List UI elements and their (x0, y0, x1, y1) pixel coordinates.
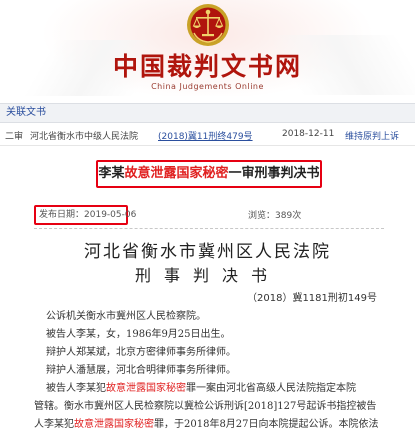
document-type: 刑事判决书 (134, 266, 280, 285)
charge-highlight: 故意泄露国家秘密 (74, 419, 154, 430)
document-title-highlight-box: 李某故意泄露国家秘密一审刑事判决书 (96, 160, 322, 188)
body-text: 罪一案由河北省高级人民法院指定本院 (186, 383, 356, 394)
related-result: 维持原判上诉 (345, 132, 400, 142)
site-title[interactable]: 中国裁判文书网 (0, 52, 415, 82)
related-trial-level: 二审 (5, 132, 24, 142)
body-text: 被告人李某犯 (46, 383, 106, 394)
document-body: 公诉机关衡水市冀州区人民检察院。 被告人李某，女，1986年9月25日出生。 辩… (34, 308, 394, 434)
related-documents: 关联文书 二审 河北省衡水市中级人民法院 (2018)冀11刑终479号 201… (0, 103, 415, 146)
document-meta: 发布日期：2019-05-06 浏览：389次 (34, 205, 394, 225)
title-prefix: 李某 (98, 166, 125, 181)
body-line: 辩护人潘慧展，河北合明律师事务所律师。 (46, 365, 236, 376)
body-text: 罪，于2018年8月27日向本院提起公诉。本院依法 (154, 419, 379, 430)
document-title: 李某故意泄露国家秘密一审刑事判决书 (98, 162, 320, 186)
case-number: （2018）冀1181刑初149号 (247, 293, 377, 304)
body-line: 公诉机关衡水市冀州区人民检察院。 (46, 311, 206, 322)
publish-date-highlight-box: 发布日期：2019-05-06 (34, 205, 136, 225)
related-date: 2018-12-11 (282, 129, 335, 139)
body-line: 被告人李某，女，1986年9月25日出生。 (46, 329, 231, 340)
charge-highlight: 故意泄露国家秘密 (106, 383, 186, 394)
site-header: 中国裁判文书网 China Judgements Online (0, 0, 415, 96)
view-count: 浏览：389次 (248, 208, 301, 221)
title-suffix: 一审刑事判决书 (228, 166, 320, 181)
meta-divider (34, 228, 384, 229)
related-documents-heading: 关联文书 (0, 103, 415, 123)
publish-date: 发布日期：2019-05-06 (39, 208, 136, 222)
view-count-label: 浏览： (248, 211, 276, 221)
body-text: 人李某犯 (34, 419, 74, 430)
related-court-name: 河北省衡水市中级人民法院 (30, 132, 139, 142)
judgment-document: 李某故意泄露国家秘密一审刑事判决书 发布日期：2019-05-06 浏览：389… (0, 150, 415, 430)
site-subtitle: China Judgements Online (151, 82, 264, 91)
body-line: 辩护人郑某斌，北京方密律师事务所律师。 (46, 347, 236, 358)
court-scales-emblem-icon (187, 4, 229, 46)
view-count-value: 389次 (275, 211, 302, 221)
related-document-row[interactable]: 二审 河北省衡水市中级人民法院 (2018)冀11刑终479号 2018-12-… (0, 123, 415, 146)
court-name: 河北省衡水市冀州区人民法院 (84, 242, 331, 262)
publish-date-label: 发布日期： (39, 210, 85, 220)
body-line: 管辖。衡水市冀州区人民检察院以冀检公诉刑诉[2018]127号起诉书指控被告 (34, 401, 377, 412)
publish-date-value: 2019-05-06 (84, 210, 137, 220)
title-charge: 故意泄露国家秘密 (124, 166, 229, 181)
body-line: 人李某犯故意泄露国家秘密罪，于2018年8月27日向本院提起公诉。本院依法 (34, 416, 394, 434)
related-case-number-link[interactable]: (2018)冀11刑终479号 (158, 129, 253, 142)
body-line: 被告人李某犯故意泄露国家秘密罪一案由河北省高级人民法院指定本院 (34, 380, 394, 398)
